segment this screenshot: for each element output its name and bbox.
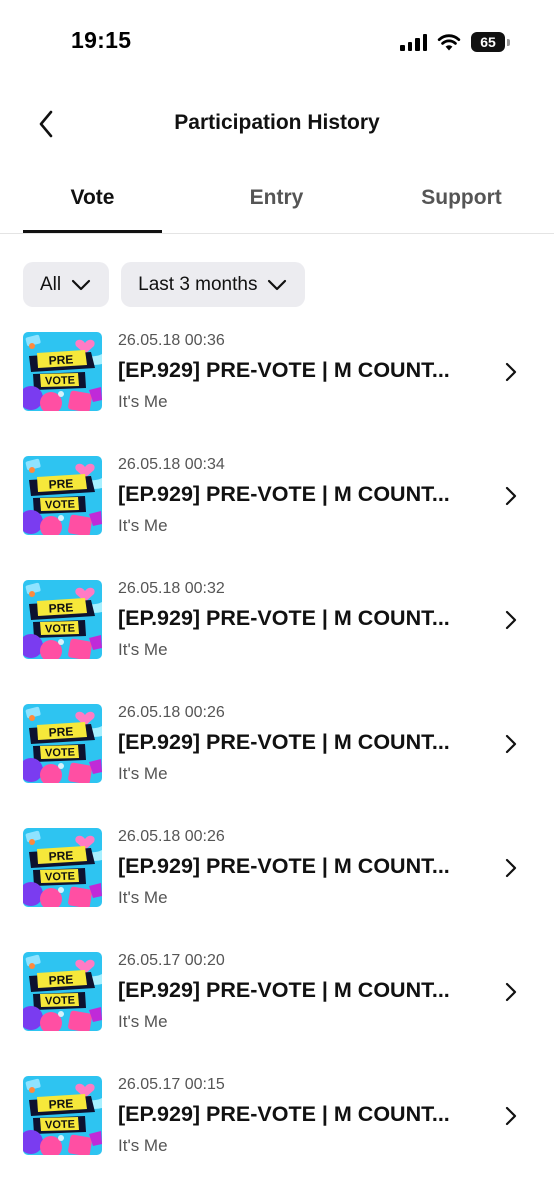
- active-tab-indicator: [23, 230, 162, 233]
- item-date: 26.05.18 00:36: [118, 332, 225, 349]
- page-title: Participation History: [174, 111, 380, 134]
- chevron-right-icon: [505, 610, 517, 630]
- item-title: [EP.929] PRE-VOTE | M COUNT...: [118, 482, 450, 506]
- chevron-down-icon: [72, 279, 91, 290]
- chevron-down-icon: [268, 279, 287, 290]
- item-subtitle: It's Me: [118, 764, 168, 783]
- svg-text:PRE: PRE: [48, 1096, 73, 1111]
- svg-text:VOTE: VOTE: [45, 1118, 75, 1131]
- pre-vote-thumbnail-art: PRE VOTE: [23, 828, 102, 907]
- item-title: [EP.929] PRE-VOTE | M COUNT...: [118, 854, 450, 878]
- item-subtitle: It's Me: [118, 1136, 168, 1155]
- item-date: 26.05.17 00:20: [118, 952, 225, 969]
- item-title: [EP.929] PRE-VOTE | M COUNT...: [118, 606, 450, 630]
- tab-bar: Vote Entry Support: [0, 168, 554, 234]
- status-icons: 65: [400, 30, 510, 54]
- signal-icon: [400, 33, 427, 51]
- svg-text:VOTE: VOTE: [45, 622, 75, 635]
- svg-text:PRE: PRE: [48, 848, 73, 863]
- svg-text:VOTE: VOTE: [45, 498, 75, 511]
- svg-text:PRE: PRE: [48, 476, 73, 491]
- pre-vote-thumbnail-art: PRE VOTE: [23, 952, 102, 1031]
- filter-bar: All Last 3 months: [23, 262, 306, 307]
- tab-vote-label: Vote: [70, 186, 115, 209]
- item-subtitle: It's Me: [118, 640, 168, 659]
- chevron-right-icon: [505, 982, 517, 1002]
- svg-text:VOTE: VOTE: [45, 994, 75, 1007]
- item-date: 26.05.18 00:34: [118, 456, 225, 473]
- item-subtitle: It's Me: [118, 1012, 168, 1031]
- wifi-icon: [437, 34, 461, 51]
- item-subtitle: It's Me: [118, 516, 168, 535]
- svg-text:PRE: PRE: [48, 352, 73, 367]
- period-filter-label: Last 3 months: [138, 273, 258, 295]
- chevron-right-icon: [505, 486, 517, 506]
- item-date: 26.05.18 00:26: [118, 704, 225, 721]
- tab-entry[interactable]: Entry: [207, 168, 346, 232]
- item-date: 26.05.18 00:26: [118, 828, 225, 845]
- pre-vote-thumbnail: PRE VOTE: [23, 580, 102, 659]
- item-date: 26.05.18 00:32: [118, 580, 225, 597]
- period-filter-dropdown[interactable]: Last 3 months: [121, 262, 306, 307]
- type-filter-dropdown[interactable]: All: [23, 262, 110, 307]
- svg-text:VOTE: VOTE: [45, 870, 75, 883]
- pre-vote-thumbnail: PRE VOTE: [23, 332, 102, 411]
- pre-vote-thumbnail-art: PRE VOTE: [23, 580, 102, 659]
- item-title: [EP.929] PRE-VOTE | M COUNT...: [118, 358, 450, 382]
- item-subtitle: It's Me: [118, 888, 168, 907]
- tab-support-label: Support: [421, 186, 502, 209]
- item-date: 26.05.17 00:15: [118, 1076, 225, 1093]
- svg-text:PRE: PRE: [48, 600, 73, 615]
- vote-history-list: PRE VOTE 26.05.18 00:36 [EP.929] PRE-VOT…: [0, 324, 554, 1192]
- pre-vote-thumbnail: PRE VOTE: [23, 1076, 102, 1155]
- pre-vote-thumbnail-art: PRE VOTE: [23, 704, 102, 783]
- item-title: [EP.929] PRE-VOTE | M COUNT...: [118, 730, 450, 754]
- list-item[interactable]: PRE VOTE 26.05.17 00:15 [EP.929] PRE-VOT…: [0, 1068, 554, 1192]
- tab-support[interactable]: Support: [392, 168, 531, 232]
- svg-text:PRE: PRE: [48, 972, 73, 987]
- pre-vote-thumbnail: PRE VOTE: [23, 456, 102, 535]
- item-title: [EP.929] PRE-VOTE | M COUNT...: [118, 1102, 450, 1126]
- tab-vote[interactable]: Vote: [23, 168, 162, 233]
- tab-entry-label: Entry: [249, 186, 304, 209]
- battery-icon: 65: [471, 32, 510, 52]
- pre-vote-thumbnail-art: PRE VOTE: [23, 1076, 102, 1155]
- chevron-right-icon: [505, 1106, 517, 1126]
- pre-vote-thumbnail: PRE VOTE: [23, 704, 102, 783]
- chevron-right-icon: [505, 858, 517, 878]
- pre-vote-thumbnail: PRE VOTE: [23, 828, 102, 907]
- list-item[interactable]: PRE VOTE 26.05.17 00:20 [EP.929] PRE-VOT…: [0, 944, 554, 1068]
- item-subtitle: It's Me: [118, 392, 168, 411]
- list-item[interactable]: PRE VOTE 26.05.18 00:36 [EP.929] PRE-VOT…: [0, 324, 554, 448]
- status-bar: 19:15 65: [0, 0, 554, 84]
- svg-text:VOTE: VOTE: [45, 374, 75, 387]
- type-filter-label: All: [40, 273, 62, 295]
- svg-text:VOTE: VOTE: [45, 746, 75, 759]
- list-item[interactable]: PRE VOTE 26.05.18 00:26 [EP.929] PRE-VOT…: [0, 820, 554, 944]
- participation-history-screen: 19:15 65 Participation History Vote Entr…: [0, 0, 554, 1200]
- list-item[interactable]: PRE VOTE 26.05.18 00:34 [EP.929] PRE-VOT…: [0, 448, 554, 572]
- pre-vote-thumbnail: PRE VOTE: [23, 952, 102, 1031]
- item-title: [EP.929] PRE-VOTE | M COUNT...: [118, 978, 450, 1002]
- chevron-right-icon: [505, 734, 517, 754]
- battery-level: 65: [471, 32, 505, 52]
- chevron-right-icon: [505, 362, 517, 382]
- status-time: 19:15: [71, 27, 132, 53]
- svg-text:PRE: PRE: [48, 724, 73, 739]
- pre-vote-thumbnail-art: PRE VOTE: [23, 456, 102, 535]
- header: Participation History: [0, 92, 554, 156]
- pre-vote-thumbnail-art: PRE VOTE: [23, 332, 102, 411]
- list-item[interactable]: PRE VOTE 26.05.18 00:32 [EP.929] PRE-VOT…: [0, 572, 554, 696]
- list-item[interactable]: PRE VOTE 26.05.18 00:26 [EP.929] PRE-VOT…: [0, 696, 554, 820]
